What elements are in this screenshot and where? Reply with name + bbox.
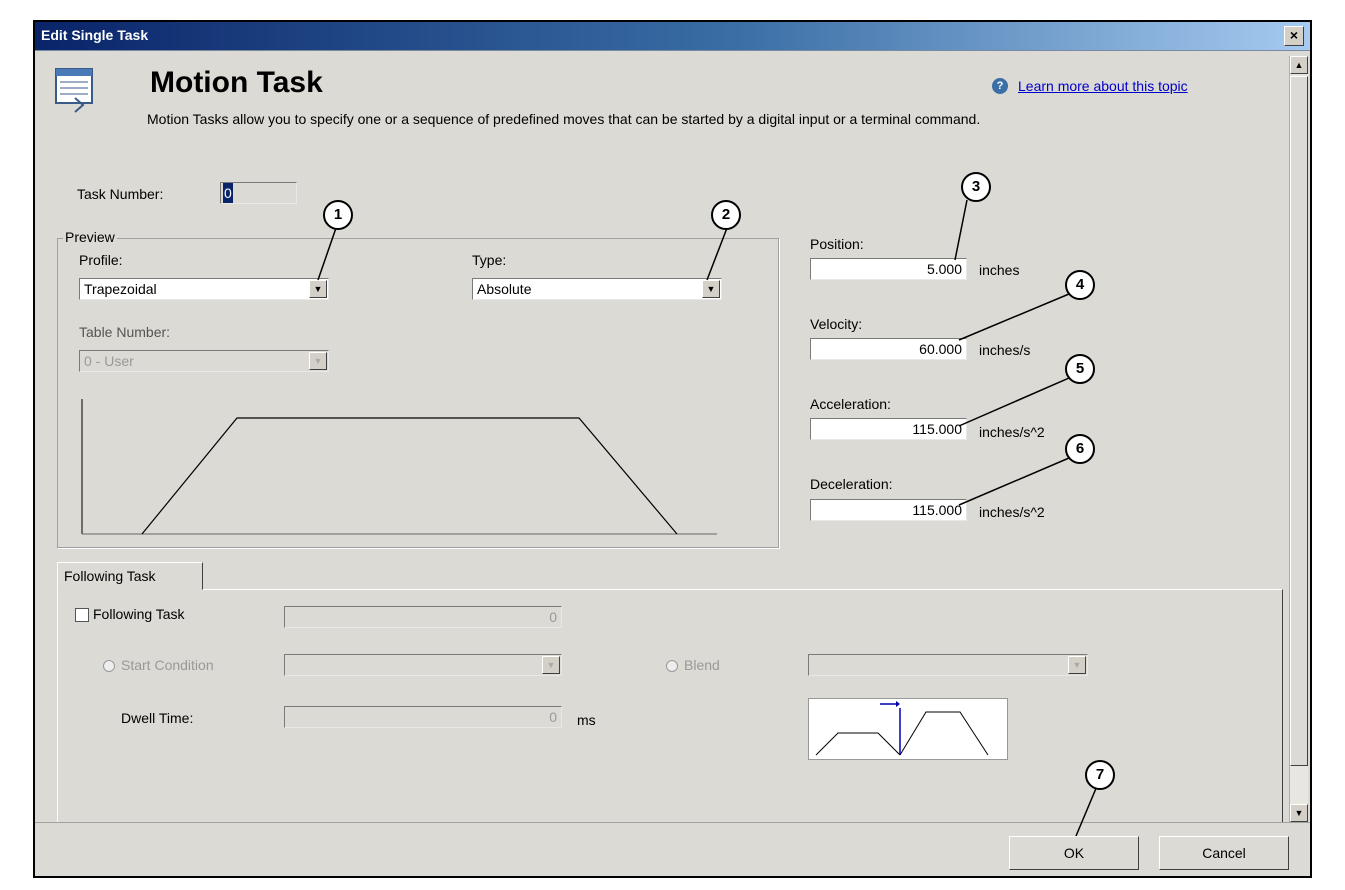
callout-7: 7 bbox=[1085, 760, 1115, 790]
callout-3: 3 bbox=[961, 172, 991, 202]
callout-1: 1 bbox=[323, 200, 353, 230]
callout-5: 5 bbox=[1065, 354, 1095, 384]
callout-2: 2 bbox=[711, 200, 741, 230]
callout-4: 4 bbox=[1065, 270, 1095, 300]
edit-single-task-dialog: Edit Single Task × Motion Task Motion Ta… bbox=[33, 20, 1312, 878]
callout-6: 6 bbox=[1065, 434, 1095, 464]
callout-leader-lines bbox=[317, 199, 1098, 837]
